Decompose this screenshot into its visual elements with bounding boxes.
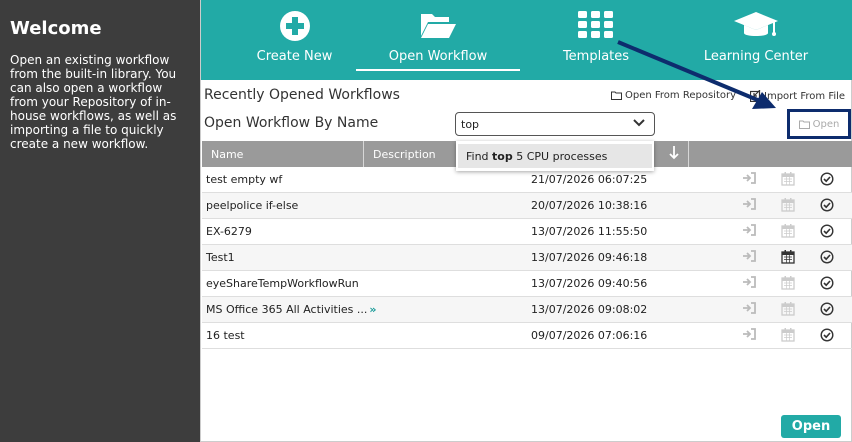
- login-icon[interactable]: [742, 198, 756, 213]
- column-description[interactable]: Description: [364, 141, 436, 167]
- login-icon[interactable]: [742, 250, 756, 265]
- table-row[interactable]: EX-6279 13/07/2026 11:55:50: [202, 219, 852, 245]
- date-cell: 13/07/2026 09:46:18: [531, 251, 648, 264]
- date-cell: 13/07/2026 11:55:50: [531, 225, 648, 238]
- nav-create-new-label: Create New: [256, 49, 333, 64]
- sidebar-description: Open an existing workflow from the built…: [10, 53, 177, 151]
- name-cell: test empty wf: [206, 173, 282, 186]
- recent-workflows-title: Recently Opened Workflows: [204, 87, 400, 103]
- open-from-repository-label: Open From Repository: [625, 90, 737, 101]
- open-small-button[interactable]: Open: [787, 109, 851, 139]
- column-name[interactable]: Name: [202, 141, 243, 167]
- workflow-name: test empty wf: [206, 173, 283, 186]
- calendar-icon[interactable]: [781, 302, 795, 319]
- check-circle-icon[interactable]: [820, 302, 834, 319]
- calendar-icon[interactable]: [781, 328, 795, 345]
- check-circle-icon[interactable]: [820, 328, 834, 345]
- login-icon[interactable]: [742, 172, 756, 187]
- login-icon[interactable]: [742, 276, 756, 291]
- plus-circle-icon: [279, 10, 311, 46]
- table-row[interactable]: eyeShareTempWorkflowRun 13/07/2026 09:40:…: [202, 271, 852, 297]
- option-prefix: Find: [466, 150, 493, 163]
- date-cell: 09/07/2026 07:06:16: [531, 329, 648, 342]
- calendar-icon[interactable]: [781, 250, 795, 267]
- date-cell: 20/07/2026 10:38:16: [531, 199, 648, 212]
- nav-learning-center[interactable]: Learning Center: [671, 0, 841, 80]
- table-row[interactable]: peelpolice if-else 20/07/2026 10:38:16: [202, 193, 852, 219]
- more-icon[interactable]: »: [369, 303, 376, 316]
- nav-create-new[interactable]: Create New: [223, 0, 366, 80]
- folder-icon: [611, 91, 622, 100]
- name-cell: 16 test: [206, 329, 245, 342]
- name-cell: eyeShareTempWorkflowRun: [206, 277, 359, 290]
- column-separator: [688, 141, 689, 167]
- welcome-sidebar: Welcome Open an existing workflow from t…: [0, 0, 200, 442]
- calendar-icon[interactable]: [781, 224, 795, 241]
- name-cell: peelpolice if-else: [206, 199, 298, 212]
- table-row[interactable]: MS Office 365 All Activities ...» 13/07/2…: [202, 297, 852, 323]
- name-cell: Test1: [206, 251, 235, 264]
- workflow-name: EX-6279: [206, 225, 252, 238]
- nav-templates[interactable]: Templates: [526, 0, 666, 80]
- autocomplete-dropdown: Find top 5 CPU processes: [456, 141, 654, 171]
- nav-open-workflow[interactable]: Open Workflow: [356, 0, 520, 80]
- date-cell: 13/07/2026 09:40:56: [531, 277, 648, 290]
- calendar-icon[interactable]: [781, 198, 795, 215]
- workflow-name-value: top: [461, 118, 480, 131]
- nav-templates-label: Templates: [562, 49, 630, 64]
- table-row[interactable]: 16 test 09/07/2026 07:06:16: [202, 323, 852, 349]
- workflow-name: eyeShareTempWorkflowRun: [206, 277, 359, 290]
- chevron-down-icon[interactable]: [632, 117, 646, 132]
- workflow-name: MS Office 365 All Activities ...: [206, 303, 368, 316]
- workflow-name: peelpolice if-else: [206, 199, 299, 212]
- graduation-cap-icon: [732, 10, 780, 46]
- nav-open-workflow-label: Open Workflow: [388, 49, 488, 64]
- top-nav: Create New Open Workflow Templates Learn…: [201, 0, 852, 80]
- login-icon[interactable]: [742, 328, 756, 343]
- open-small-label: Open: [812, 118, 840, 130]
- sidebar-title: Welcome: [10, 18, 102, 39]
- sort-down-icon[interactable]: [668, 145, 680, 164]
- name-cell: EX-6279: [206, 225, 252, 238]
- main-panel: Create New Open Workflow Templates Learn…: [200, 0, 852, 442]
- import-from-file-label: Import From File: [764, 90, 846, 102]
- date-cell: 13/07/2026 09:08:02: [531, 303, 648, 316]
- workflow-name: Test1: [206, 251, 235, 264]
- check-circle-icon[interactable]: [820, 198, 834, 215]
- table-row[interactable]: Test1 13/07/2026 09:46:18: [202, 245, 852, 271]
- workflow-name: 16 test: [206, 329, 245, 342]
- login-icon[interactable]: [742, 302, 756, 317]
- open-button[interactable]: Open: [781, 415, 841, 438]
- folder-icon: [798, 120, 810, 129]
- check-circle-icon[interactable]: [820, 250, 834, 267]
- nav-learning-center-label: Learning Center: [703, 49, 809, 64]
- grid-icon: [577, 10, 615, 44]
- import-from-file-link[interactable]: Import From File: [750, 90, 845, 102]
- import-icon: [750, 90, 761, 102]
- option-suffix: 5 CPU processes: [512, 150, 608, 163]
- calendar-icon[interactable]: [781, 172, 795, 189]
- calendar-icon[interactable]: [781, 276, 795, 293]
- name-cell: MS Office 365 All Activities ...»: [206, 303, 376, 316]
- autocomplete-option[interactable]: Find top 5 CPU processes: [458, 144, 652, 168]
- workflow-table: test empty wf 21/07/2026 06:07:25 peelpoli…: [202, 167, 852, 349]
- check-circle-icon[interactable]: [820, 172, 834, 189]
- check-circle-icon[interactable]: [820, 224, 834, 241]
- folder-open-icon: [418, 10, 458, 44]
- active-tab-underline: [356, 69, 520, 71]
- workflow-name-input[interactable]: top: [455, 112, 655, 136]
- check-circle-icon[interactable]: [820, 276, 834, 293]
- option-match: top: [492, 150, 513, 163]
- login-icon[interactable]: [742, 224, 756, 239]
- open-by-name-label: Open Workflow By Name: [204, 115, 379, 131]
- open-from-repository-link[interactable]: Open From Repository: [611, 90, 736, 101]
- date-cell: 21/07/2026 06:07:25: [531, 173, 648, 186]
